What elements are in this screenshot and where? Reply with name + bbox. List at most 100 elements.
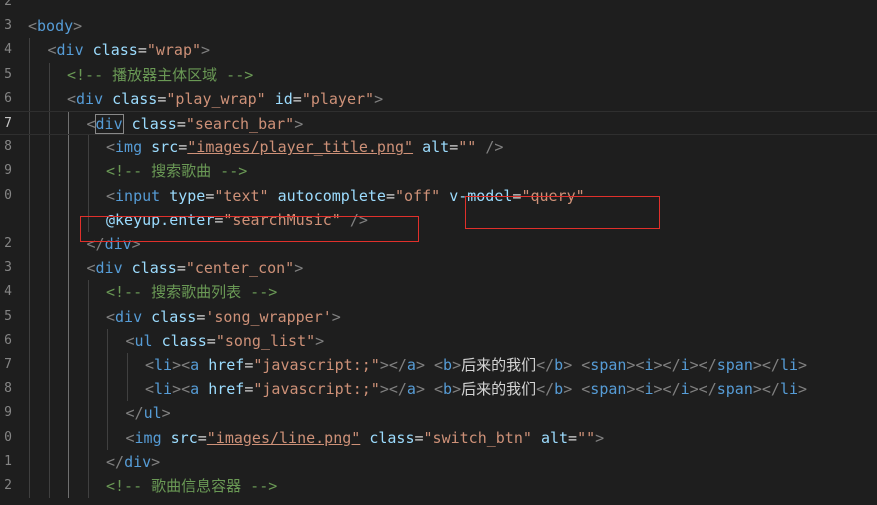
bracket: > <box>452 380 462 399</box>
bracket: > <box>294 115 304 133</box>
bracket: < <box>86 115 96 133</box>
code-line[interactable]: 7 <li><a href="javascript:;"></a> <b>后来的我… <box>0 353 877 378</box>
code-line[interactable]: 5 <!-- 播放器主体区域 --> <box>0 62 877 87</box>
indent-guide <box>48 183 50 208</box>
code-content: <div class="play_wrap" id="player"> <box>67 87 383 111</box>
indent-guide <box>29 328 30 353</box>
code-content: <div class="search_bar"> <box>86 112 304 136</box>
code-line[interactable]: 6 <div class="play_wrap" id="player"> <box>0 86 877 111</box>
code-content: <div class="center_con"> <box>87 256 304 280</box>
bracket: < <box>145 380 155 399</box>
attribute-value: 'song_wrapper' <box>205 307 332 326</box>
bracket: < <box>28 17 38 36</box>
indent-guide <box>48 328 50 353</box>
tag-name: b <box>443 380 453 399</box>
bracket: > <box>294 259 304 278</box>
tag-name: b <box>443 356 453 374</box>
bracket: < <box>125 428 135 447</box>
code-line[interactable]: 3 <div class="center_con"> <box>0 256 877 281</box>
indent-guide <box>29 183 30 208</box>
bracket: > <box>415 356 425 374</box>
indent-guide <box>48 62 50 87</box>
equals-sign: = <box>449 138 459 157</box>
text: 后来的我们 <box>461 356 537 374</box>
code-content: <input type="text" autocomplete="off" v-… <box>106 184 585 208</box>
tag-name: span <box>590 356 627 374</box>
attribute-name: class <box>131 259 177 278</box>
code-line[interactable]: 8 <li><a href="javascript:;"></a> <b>后来的我… <box>0 377 877 402</box>
code-content: <!-- 搜索歌曲列表 --> <box>106 280 277 304</box>
bracket: > <box>73 17 83 36</box>
text <box>440 187 449 205</box>
tag-name: b <box>554 356 564 374</box>
text <box>360 429 369 447</box>
indent-guide <box>29 449 30 474</box>
indent-guide <box>87 449 89 474</box>
indent-guide <box>48 232 50 257</box>
attribute-value: "query" <box>521 186 585 205</box>
equals-sign: = <box>292 89 302 108</box>
code-line[interactable]: 2 <box>0 0 877 14</box>
code-content: <!-- 歌曲信息容器 --> <box>106 474 277 498</box>
code-content: <li><a href="javascript:;"></a> <b>后来的我们… <box>145 353 807 377</box>
tag-name: ul <box>134 331 153 350</box>
indent-guide <box>68 183 69 208</box>
attribute-name: alt <box>422 138 450 157</box>
code-content: </div> <box>106 450 160 474</box>
tag-name: li <box>154 356 173 374</box>
code-line[interactable]: 5 <div class='song_wrapper'> <box>0 304 877 329</box>
indent-guide <box>29 207 30 232</box>
indent-guide <box>107 377 108 402</box>
text <box>425 356 434 374</box>
code-line[interactable]: 9 <!-- 搜索歌曲 --> <box>0 159 877 184</box>
code-line[interactable]: 3 <body> <box>0 14 877 38</box>
tag-name: i <box>680 356 690 374</box>
tag-name: div <box>76 89 104 108</box>
indent-guide <box>29 62 30 87</box>
tag-name: li <box>779 380 799 399</box>
indent-guide <box>48 353 50 378</box>
indent-guide <box>29 304 30 329</box>
line-number: 6 <box>4 90 12 106</box>
code-line[interactable]: 4 <div class="wrap"> <box>0 38 877 63</box>
code-content: <div class='song_wrapper'> <box>106 305 341 329</box>
text <box>476 138 485 156</box>
code-line[interactable]: 0 <input type="text" autocomplete="off" v… <box>0 183 877 208</box>
line-number: 9 <box>4 405 12 421</box>
text <box>162 429 171 447</box>
code-line[interactable]: 1 </div> <box>0 449 877 474</box>
indent-guide <box>68 425 69 450</box>
code-line[interactable]: 0 <img src="images/line.png" class="switc… <box>0 425 877 450</box>
indent-guide <box>48 112 50 135</box>
indent-guide <box>29 401 30 426</box>
bracket: < <box>125 331 135 350</box>
code-line[interactable]: 9 </ul> <box>0 401 877 426</box>
indent-guide <box>68 159 69 184</box>
text <box>199 380 208 398</box>
attribute-name: class <box>112 89 158 108</box>
code-editor[interactable]: 2 3 <body> 4 <div class="wrap"> 5 <!-- 播放器主体区域… <box>0 0 877 505</box>
tag-name: span <box>590 380 627 399</box>
equals-sign: = <box>157 89 167 108</box>
indent-guide <box>87 304 89 329</box>
indent-guide <box>48 474 50 499</box>
attribute-name: v-model <box>449 186 513 205</box>
code-line[interactable]: 6 <ul class="song_list"> <box>0 328 877 353</box>
bracket: ></ <box>689 356 717 374</box>
tag-name: li <box>779 356 799 374</box>
tag-name: div <box>95 259 123 278</box>
attribute-value: "javascript:;" <box>253 356 380 374</box>
bracket: < <box>145 356 155 374</box>
code-line[interactable]: 7 <div class="search_bar"> <box>0 111 877 136</box>
attribute-name: @keyup.enter <box>106 210 215 229</box>
code-line[interactable]: 8 <img src="images/player_title.png" alt=… <box>0 135 877 160</box>
code-line[interactable]: 2 </div> <box>0 232 877 257</box>
indent-guide <box>29 256 30 281</box>
attribute-value: "images/player_title.png" <box>187 138 414 157</box>
indent-guide <box>48 449 50 474</box>
tag-name: i <box>644 380 654 399</box>
code-line[interactable]: 4 <!-- 搜索歌曲列表 --> <box>0 280 877 305</box>
code-line[interactable]: 2 <!-- 歌曲信息容器 --> <box>0 474 877 499</box>
attribute-name: type <box>169 186 206 205</box>
code-line[interactable]: @keyup.enter="searchMusic" /> <box>0 207 877 232</box>
